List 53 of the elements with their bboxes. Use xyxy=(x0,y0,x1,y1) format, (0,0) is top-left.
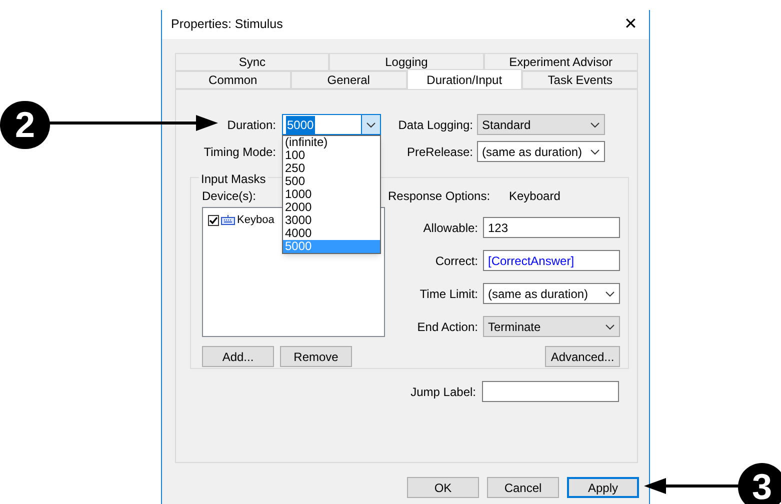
dropdown-option[interactable]: 4000 xyxy=(283,227,380,240)
field-label: Timing Mode: xyxy=(202,144,276,160)
field-label: Allowable: xyxy=(422,220,478,236)
tab[interactable]: Task Events xyxy=(522,71,638,89)
field-label: Data Logging: xyxy=(397,116,473,134)
device-name: Keyboard xyxy=(509,188,560,205)
field-label: End Action: xyxy=(416,318,478,336)
chevron-down-icon xyxy=(605,290,615,296)
chevron-down-icon xyxy=(605,324,615,330)
dropdown-option[interactable]: 500 xyxy=(283,175,380,188)
tab[interactable]: Common xyxy=(175,71,291,89)
dialog-button[interactable]: OK xyxy=(407,477,479,498)
chevron-down-icon xyxy=(590,122,600,128)
dialog-button[interactable]: Add... xyxy=(202,346,274,367)
callout-badge: 3 xyxy=(738,463,781,504)
dropdown[interactable]: (same as duration) xyxy=(477,141,605,162)
keyboard-icon xyxy=(221,215,235,226)
tab[interactable]: Sync xyxy=(175,53,330,71)
field-label: Time Limit: xyxy=(418,286,478,302)
text-field[interactable] xyxy=(482,381,619,402)
tab[interactable]: Logging xyxy=(329,53,484,71)
dropdown[interactable]: Standard xyxy=(477,114,605,135)
close-button[interactable]: ✕ xyxy=(620,16,641,32)
field-label: Response Options: xyxy=(387,188,492,205)
window-title: Properties: Stimulus xyxy=(171,16,283,34)
dropdown-option[interactable]: 1000 xyxy=(283,188,380,201)
advanced-button[interactable]: Advanced... xyxy=(545,346,620,367)
field-label: Duration: xyxy=(226,116,276,134)
dropdown-option[interactable]: 3000 xyxy=(283,214,380,227)
field-label: Correct: xyxy=(434,252,478,270)
duration-dropdown[interactable]: 5000 xyxy=(282,114,381,135)
field-label: Device(s): xyxy=(202,188,256,205)
dialog-button[interactable]: Apply xyxy=(567,477,639,498)
dialog-button[interactable]: Cancel xyxy=(487,477,559,498)
dialog-button[interactable]: Remove xyxy=(280,346,352,367)
chevron-down-icon xyxy=(590,148,600,154)
chevron-down-icon xyxy=(366,122,376,128)
dropdown[interactable]: (same as duration) xyxy=(483,283,620,304)
dropdown-option[interactable]: 100 xyxy=(283,149,380,162)
callout-badge: 2 xyxy=(0,101,50,149)
checkbox[interactable] xyxy=(208,214,219,226)
dropdown[interactable]: Terminate xyxy=(483,316,620,337)
tab[interactable]: Experiment Advisor xyxy=(484,53,638,71)
dropdown-option[interactable]: 250 xyxy=(283,162,380,175)
text-field[interactable]: [CorrectAnswer] xyxy=(483,250,620,271)
tab[interactable]: General xyxy=(290,71,406,89)
field-label: PreRelease: xyxy=(406,144,473,160)
dropdown-option[interactable]: (infinite) xyxy=(283,136,380,149)
tab[interactable]: Duration/Input xyxy=(406,69,522,89)
text-field[interactable]: 123 xyxy=(483,217,620,238)
dropdown-option[interactable]: 2000 xyxy=(283,201,380,214)
device-name: Keyboa xyxy=(237,213,274,228)
field-label: Jump Label: xyxy=(410,384,476,400)
